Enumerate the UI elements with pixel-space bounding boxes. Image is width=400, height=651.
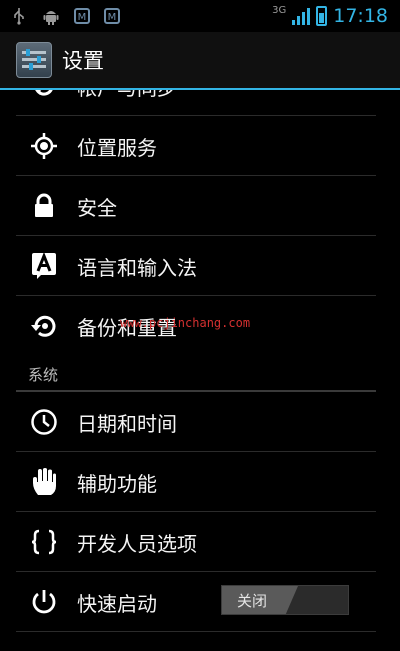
android-debug-icon [42,7,60,25]
list-item-label: 帐户与同步 [77,90,177,101]
hand-icon [30,468,58,496]
list-item-security[interactable]: 安全 [0,176,400,236]
list-item-label: 快速启动 [77,591,157,616]
divider [16,631,376,632]
notification-m-icon-2: M [104,8,120,24]
backup-reset-icon [30,312,58,340]
lock-icon [30,192,58,220]
power-icon [30,588,58,616]
signal-icon [292,7,311,25]
action-bar: 设置 [0,32,400,88]
status-bar: M M 3G 17:18 [0,0,400,32]
page-title: 设置 [62,49,104,73]
clock-icon [30,408,58,436]
status-time: 17:18 [333,5,388,27]
toggle-state-label: 关闭 [237,592,268,610]
fast-boot-toggle[interactable]: 关闭 [221,585,349,615]
list-item-label: 位置服务 [77,135,157,160]
location-icon [30,132,58,160]
watermark-text: www.pcjinchang.com [120,316,251,330]
network-type: 3G [272,4,287,16]
section-header-label: 系统 [28,365,59,384]
sync-icon [30,90,58,100]
list-item-location[interactable]: 位置服务 [0,116,400,176]
battery-charging-icon [316,6,328,26]
list-item-accessibility[interactable]: 辅助功能 [0,452,400,512]
settings-list[interactable]: 帐户与同步 位置服务 安全 语言和输入法 备份和重置 系统 [0,90,400,632]
language-icon [30,252,58,280]
list-item-fast-boot[interactable]: 快速启动 关闭 [0,572,400,632]
list-item-label: 辅助功能 [77,471,157,496]
notification-m-icon: M [74,8,90,24]
list-item-label: 语言和输入法 [77,255,197,280]
list-item-date-time[interactable]: 日期和时间 [0,392,400,452]
list-item-language-input[interactable]: 语言和输入法 [0,236,400,296]
list-item-accounts-sync[interactable]: 帐户与同步 [0,90,400,116]
list-item-label: 日期和时间 [77,411,177,436]
braces-icon [30,528,58,556]
section-header-system: 系统 [0,356,400,392]
list-item-label: 安全 [77,195,117,220]
list-item-label: 开发人员选项 [77,531,197,556]
list-item-developer-options[interactable]: 开发人员选项 [0,512,400,572]
settings-app-icon[interactable] [16,42,52,78]
usb-icon [10,7,28,25]
